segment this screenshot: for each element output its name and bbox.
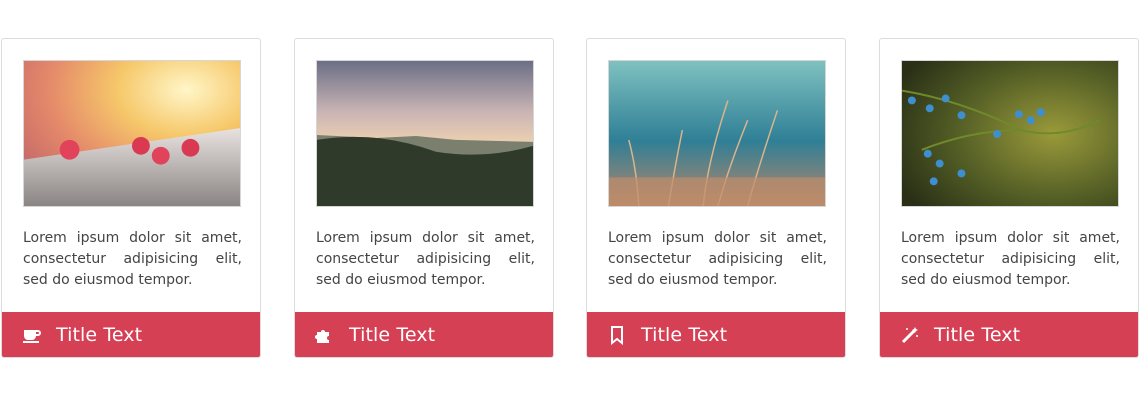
card-description: Lorem ipsum dolor sit amet, consectetur … bbox=[316, 230, 535, 288]
card-description: Lorem ipsum dolor sit amet, consectetur … bbox=[608, 230, 827, 288]
magic-wand-icon bbox=[899, 324, 921, 346]
card-footer-button[interactable]: Title Text bbox=[880, 312, 1138, 357]
card-1: Lorem ipsum dolor sit amet, consectetur … bbox=[1, 38, 261, 358]
card-4: Lorem ipsum dolor sit amet, consectetur … bbox=[879, 38, 1139, 358]
card-footer-button[interactable]: Title Text bbox=[295, 312, 553, 357]
card-footer-button[interactable]: Title Text bbox=[2, 312, 260, 357]
wheat-grass-photo bbox=[608, 60, 826, 207]
bookmark-icon bbox=[606, 324, 628, 346]
landscape-valley-photo bbox=[316, 60, 534, 207]
raspberries-photo bbox=[23, 60, 241, 207]
juniper-berries-photo bbox=[901, 60, 1119, 207]
card-description: Lorem ipsum dolor sit amet, consectetur … bbox=[901, 230, 1120, 288]
card-3: Lorem ipsum dolor sit amet, consectetur … bbox=[586, 38, 846, 358]
card-title: Title Text bbox=[934, 323, 1021, 346]
card-title: Title Text bbox=[349, 323, 436, 346]
card-title: Title Text bbox=[56, 323, 143, 346]
card-description: Lorem ipsum dolor sit amet, consectetur … bbox=[23, 230, 242, 288]
card-title: Title Text bbox=[641, 323, 728, 346]
card-footer-button[interactable]: Title Text bbox=[587, 312, 845, 357]
card-2: Lorem ipsum dolor sit amet, consectetur … bbox=[294, 38, 554, 358]
coffee-cup-icon bbox=[21, 324, 43, 346]
puzzle-piece-icon bbox=[314, 324, 336, 346]
